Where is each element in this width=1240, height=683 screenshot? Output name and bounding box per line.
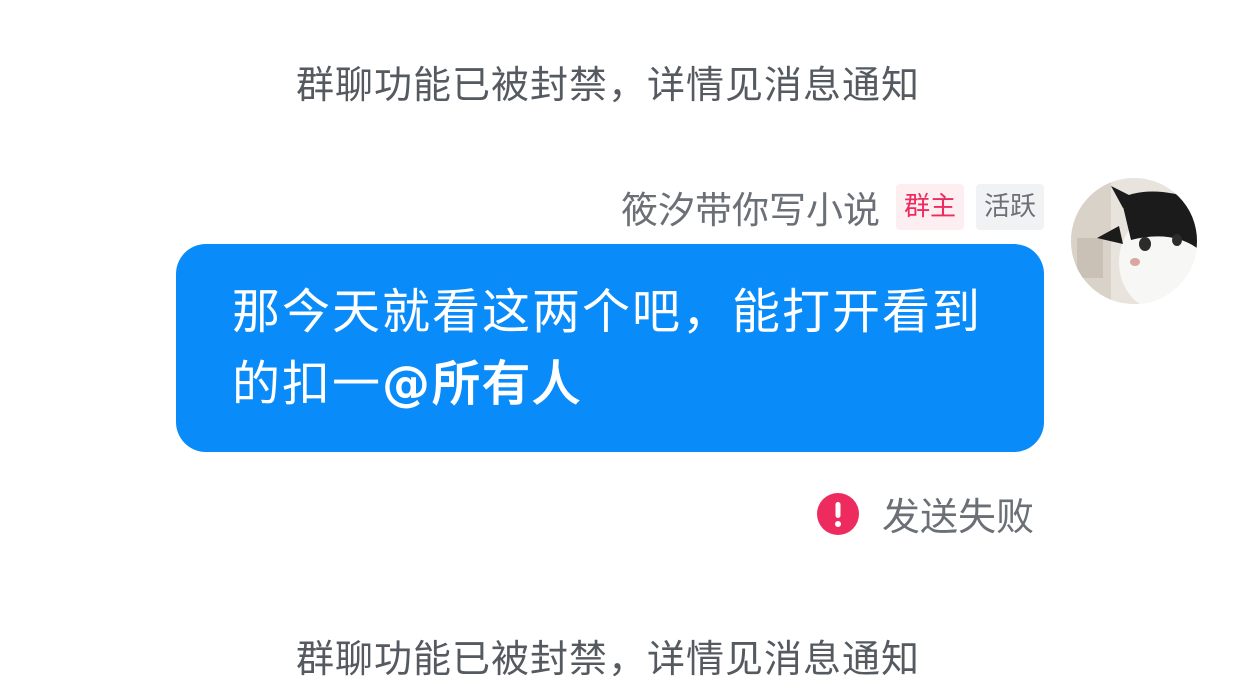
send-failed-text: 发送失败 <box>881 495 1034 539</box>
system-notice-bottom: 群聊功能已被封禁，详情见消息通知 <box>295 637 920 681</box>
active-badge: 活跃 <box>975 184 1044 230</box>
cat-avatar-icon <box>1071 178 1197 304</box>
sender-name[interactable]: 筱汐带你写小说 <box>621 180 880 234</box>
avatar[interactable] <box>1071 178 1197 304</box>
sender-info: 筱汐带你写小说 群主 活跃 <box>621 180 1044 234</box>
system-notice-top: 群聊功能已被封禁，详情见消息通知 <box>295 63 920 107</box>
owner-badge: 群主 <box>895 184 964 230</box>
message-text: 那今天就看这两个吧，能打开看到的扣一 <box>232 284 983 412</box>
error-exclamation-icon[interactable] <box>816 492 860 536</box>
message-bubble[interactable]: 那今天就看这两个吧，能打开看到的扣一@所有人 <box>176 244 1044 452</box>
send-failed-status[interactable]: 发送失败 <box>816 486 1034 541</box>
mention-all[interactable]: @所有人 <box>382 356 582 412</box>
